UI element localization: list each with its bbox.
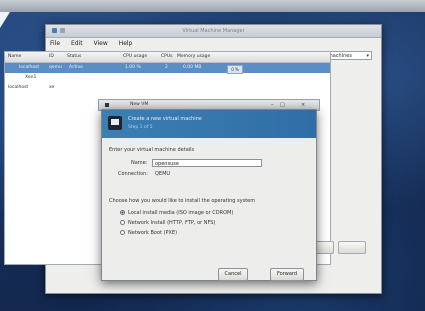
row-cpu: 1.00 %	[125, 65, 141, 70]
menu-edit[interactable]: Edit	[71, 40, 83, 47]
row-status: Active	[69, 65, 83, 70]
corner-decoration	[0, 12, 10, 28]
table-row[interactable]: Xen1	[5, 73, 330, 83]
monitor-icon	[108, 116, 122, 130]
option-local-install[interactable]: Local install media (ISO image or CDROM)	[128, 210, 233, 216]
menu-help[interactable]: Help	[119, 40, 133, 47]
top-panel	[0, 0, 425, 12]
col-id[interactable]: ID	[49, 54, 54, 59]
row-name: localhost	[19, 65, 40, 70]
radio-network-boot[interactable]	[120, 230, 125, 235]
row-id: xe	[49, 85, 55, 90]
connection-label: Connection:	[118, 171, 148, 177]
name-label: Name:	[131, 160, 148, 166]
vm-list-header: Name ID Status CPU usage CPUs Memory usa…	[5, 52, 330, 63]
menu-bar: File Edit View Help	[46, 38, 381, 49]
new-vm-icon	[105, 103, 109, 107]
table-row[interactable]: localhost xe	[5, 83, 330, 93]
option-network-boot[interactable]: Network Boot (PXE)	[128, 230, 177, 236]
forward-button[interactable]: Forward	[270, 268, 304, 281]
window-menu-icon[interactable]	[60, 28, 65, 33]
col-cpu-usage[interactable]: CPU usage	[123, 54, 147, 59]
radio-network-install[interactable]	[120, 220, 125, 225]
vm-name-input[interactable]: opensuse	[152, 159, 262, 167]
row-name: localhost	[8, 85, 29, 90]
app-icon	[52, 28, 57, 33]
chevron-down-icon: ▾	[366, 53, 369, 59]
install-question: Choose how you would like to install the…	[109, 198, 256, 204]
new-button[interactable]	[338, 241, 366, 254]
col-status[interactable]: Status	[67, 54, 81, 59]
col-memory[interactable]: Memory usage	[177, 54, 210, 59]
dialog-banner: Create a new virtual machine Step 1 of 5	[102, 110, 316, 138]
cancel-button[interactable]: Cancel	[218, 268, 248, 281]
row-cpus: 2	[165, 65, 168, 70]
row-id: qemu	[49, 65, 62, 70]
radio-local-install[interactable]	[120, 210, 125, 215]
menu-file[interactable]: File	[50, 40, 60, 47]
dialog-title: Create a new virtual machine	[128, 116, 202, 122]
details-label: Enter your virtual machine details	[109, 147, 195, 153]
dialog-step: Step 1 of 5	[128, 125, 153, 130]
col-name[interactable]: Name	[8, 54, 21, 59]
option-network-install[interactable]: Network Install (HTTP, FTP, or NFS)	[128, 220, 215, 226]
menu-view[interactable]: View	[94, 40, 108, 47]
window-titlebar[interactable]: Virtual Machine Manager	[46, 25, 381, 38]
window-title: Virtual Machine Manager	[182, 28, 245, 34]
new-vm-dialog: Create a new virtual machine Step 1 of 5	[101, 109, 317, 281]
col-cpus[interactable]: CPUs	[161, 54, 173, 59]
row-mem: 0.00 MB	[183, 65, 202, 70]
connection-value: QEMU	[155, 171, 171, 177]
row-name: Xen1	[25, 75, 37, 80]
table-row[interactable]: localhost qemu Active 1.00 % 2 0.00 MB 0…	[5, 63, 330, 74]
